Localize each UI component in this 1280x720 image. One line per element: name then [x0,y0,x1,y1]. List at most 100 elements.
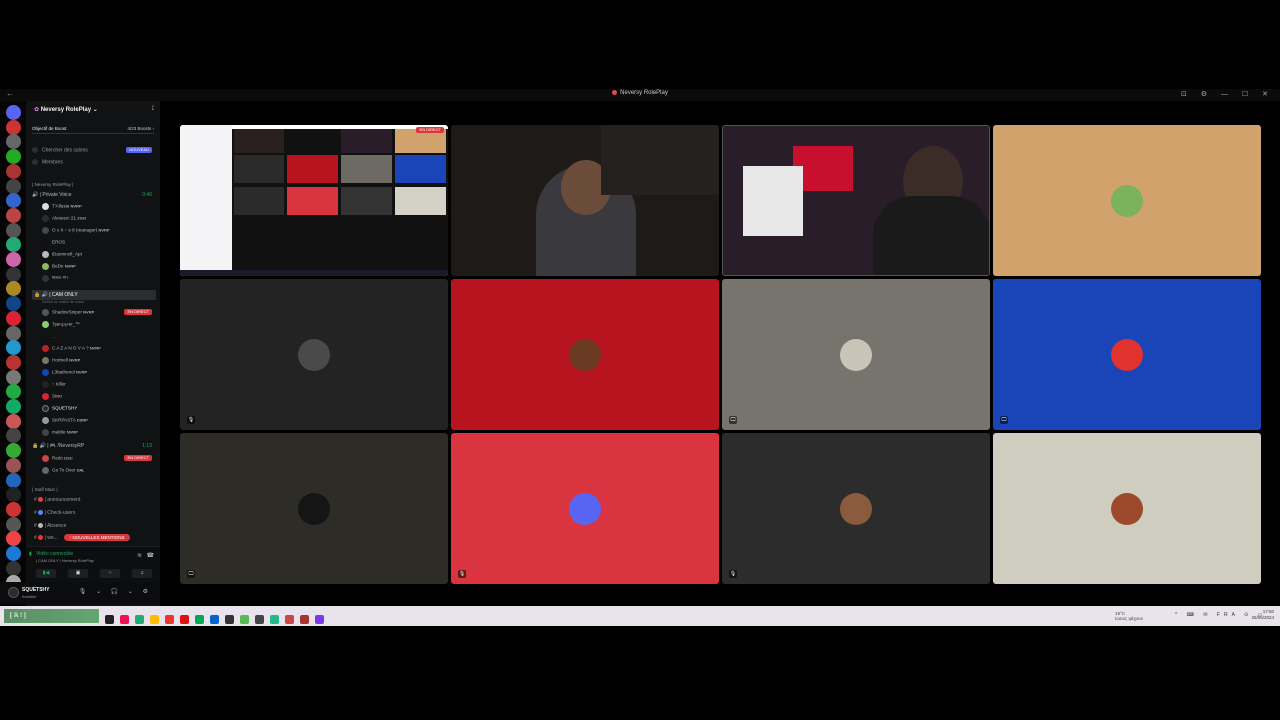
server-icon[interactable] [6,472,21,488]
server-icon[interactable] [6,193,21,209]
server-icon[interactable] [6,516,21,532]
server-icon[interactable] [6,119,21,135]
voice-user[interactable]: iDaomnoll_Apt [42,251,156,258]
taskbar-app-icon[interactable] [300,615,309,625]
server-icon[interactable] [6,340,21,356]
clock[interactable]: 17:50 25/05/2024 [1251,609,1274,621]
server-icon[interactable] [6,149,21,165]
avatar-tile[interactable] [451,279,719,430]
server-icon[interactable] [6,310,21,326]
voice-channel-private[interactable]: 🔊 | Private Voice 0:46 [32,192,156,198]
taskbar-app-icon[interactable] [315,615,324,625]
disconnect-icon[interactable]: ☎ [147,552,154,559]
server-icon[interactable] [6,266,21,282]
server-icon[interactable] [6,384,21,400]
taskbar-app-icon[interactable] [210,615,219,625]
browse-channels[interactable]: Chercher des salons NOUVEAU [32,147,156,153]
avatar[interactable] [8,587,19,598]
voice-user[interactable]: ... [42,333,156,340]
server-icon[interactable] [6,560,21,576]
camera-tile[interactable] [722,125,990,276]
server-icon[interactable] [6,501,21,517]
activities-button[interactable]: ⁘ [100,569,120,578]
voice-user[interactable]: C A Z A N O V A ? NVRP [42,345,156,352]
server-icon[interactable] [6,413,21,429]
avatar-tile[interactable] [993,125,1261,276]
members-link[interactable]: Membres [32,159,156,165]
voice-channel-neversy[interactable]: 🔒 🔊 | 🎮 /NeversyRP 1:13 [32,443,156,449]
voice-user[interactable]: L3bathenol NVRP [42,369,156,376]
taskbar-app-icon[interactable] [120,615,129,625]
voice-user[interactable]: Alexeex! 21 ZGO [42,215,156,222]
avatar-tile[interactable]: 🎙 [451,433,719,584]
camera-tile[interactable] [451,125,719,276]
voice-user[interactable]: Hortnell NVRP [42,357,156,364]
server-name[interactable]: ✿ Neversy RolePlay ⌄ [34,106,98,113]
stream-tile-screenshare[interactable]: EN DIRECT [180,125,448,276]
user-name[interactable]: SQUETSHY [22,587,50,593]
server-icon[interactable] [6,443,21,459]
server-icon[interactable] [6,369,21,385]
avatar-tile[interactable]: 🎙 [180,279,448,430]
server-icon[interactable] [6,354,21,370]
weather-widget[interactable]: 19°C Ιοσιος ψέχουν [1115,611,1143,621]
server-icon[interactable] [6,134,21,150]
voice-user-self[interactable]: SQUETSHY [42,405,156,412]
taskbar-app-icon[interactable] [255,615,264,625]
avatar-tile[interactable]: 🎙 [722,433,990,584]
server-icon[interactable] [6,222,21,238]
taskbar-app-icon[interactable] [135,615,144,625]
taskbar-app-icon[interactable] [165,615,174,625]
server-icon[interactable] [6,428,21,444]
voice-user[interactable]: SKRPASTA DSRP [42,417,156,424]
voice-user[interactable]: Siwo [42,393,156,400]
server-icon[interactable] [6,399,21,414]
voice-user[interactable]: O x X ↑ e 8 (manager) NVRP [42,227,156,234]
voice-status[interactable]: Vidéo connectée [36,551,73,557]
channel-status-hint[interactable]: Définir un statut de salon [42,300,166,304]
server-icon[interactable] [6,531,21,547]
user-controls[interactable]: 🎙 ⌄ 🎧 ⌄ ⚙ [79,588,152,595]
avatar-tile[interactable]: 🖵 [722,279,990,430]
voice-user[interactable]: †ʂɕɾι℘℘ҽɾ_™ [42,321,156,328]
server-icon[interactable] [6,296,21,312]
noise-suppression-icon[interactable]: ≋ [137,552,142,559]
boost-goal[interactable]: Objectif de Boost 4/23 Boosts › [32,126,154,134]
server-icon[interactable] [6,105,21,120]
server-icon[interactable] [6,281,21,297]
text-channel[interactable]: # | Absence [34,523,158,529]
taskbar-app-icon[interactable] [285,615,294,625]
category-staff[interactable]: | Staff Main | [32,487,156,492]
taskbar-app-icon[interactable] [270,615,279,625]
voice-user[interactable]: Go To Over DAL [42,467,156,474]
voice-channel-cam-only[interactable]: 🔒 🔊 | CAM ONLY [32,290,156,300]
window-controls[interactable]: ⊡ ⚙ — ☐ ✕ [1181,90,1274,98]
voice-user[interactable]: ShadowSniper NVRP EN DIRECT [42,309,156,316]
soundboard-button[interactable]: ♫ [132,569,152,578]
avatar-tile[interactable]: 🖵 [993,279,1261,430]
avatar-tile[interactable]: 🖵 [180,433,448,584]
voice-user[interactable]: T'Allusia NVRP [42,203,156,210]
server-icon[interactable] [6,487,21,503]
server-icon[interactable] [6,163,21,179]
server-icon[interactable] [6,325,21,341]
screen-share-button[interactable]: ▣ [68,569,88,578]
server-icon[interactable] [6,252,21,267]
server-icon[interactable] [6,457,21,473]
text-channel[interactable]: # | Check-users [34,510,158,516]
voice-user[interactable]: ↑ Killer [42,381,156,388]
new-mentions-button[interactable]: ↑ NOUVELLES MENTIONS [64,534,130,541]
text-channel[interactable]: # | announcement [34,497,158,503]
voice-user[interactable]: EROS [42,239,156,246]
server-icon[interactable] [6,178,21,194]
taskbar-app-icon[interactable] [240,615,249,625]
voice-user[interactable]: ᴿᴱᴬᴸᴱ ᴿᵀᵞ [42,275,156,282]
taskbar-app-icon[interactable] [180,615,189,625]
taskbar-app-icon[interactable] [105,615,114,625]
taskbar-app-icon[interactable] [150,615,159,625]
taskbar-app-icon[interactable] [195,615,204,625]
server-icon[interactable] [6,207,21,223]
voice-user[interactable]: BeDe NVRP [42,263,156,270]
server-icon[interactable] [6,546,21,561]
camera-toggle-button[interactable]: ▮◀ [36,569,56,578]
